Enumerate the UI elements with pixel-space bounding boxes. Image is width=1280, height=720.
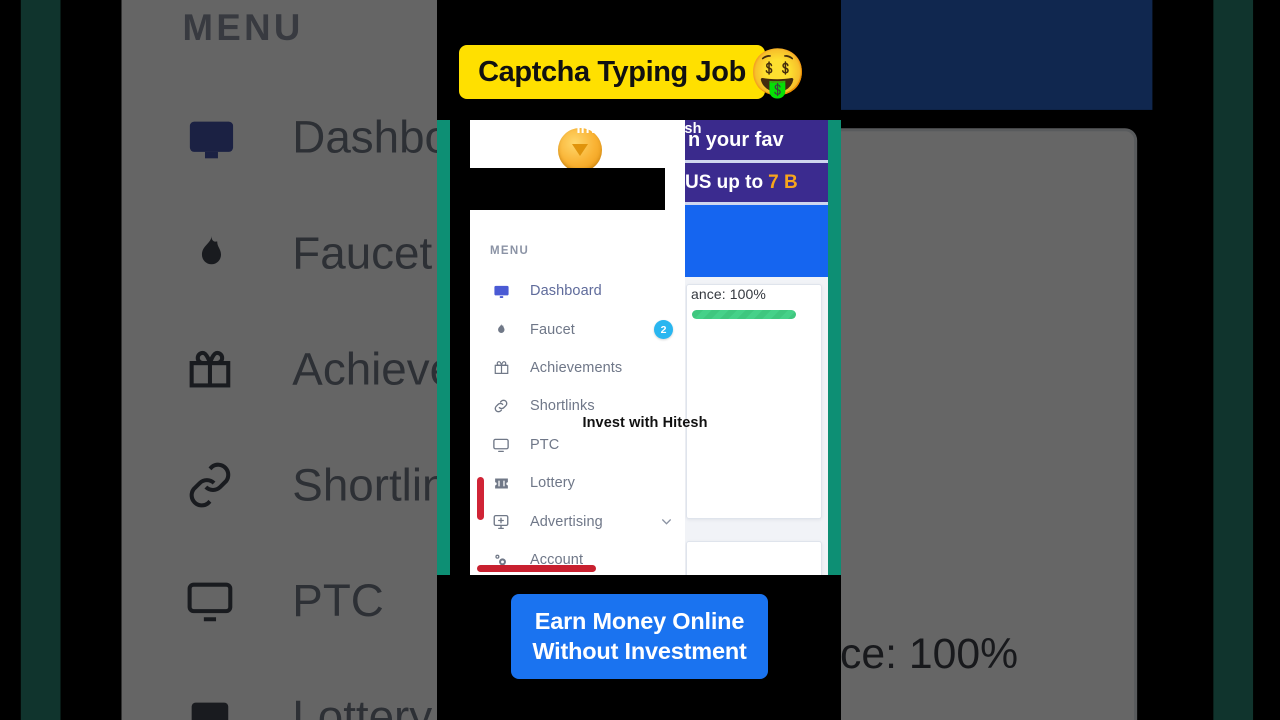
cta-line-2: Without Investment [532,638,747,664]
monitor-icon [491,435,511,455]
title-text: Captcha Typing Job [478,55,746,88]
ad-banner-blue[interactable] [685,205,828,277]
ad-banner-line2[interactable]: US up to 7 B [685,163,828,202]
chevron-down-icon[interactable] [660,515,673,528]
dashboard-card-secondary [686,541,822,575]
flame-icon [491,320,511,340]
sidebar-item-achievements[interactable]: Achievements [470,349,685,387]
sidebar-item-label: PTC [530,436,560,453]
chance-label: ance: 100% [691,286,766,302]
sidebar-item-label: Advertising [530,513,603,530]
video-frame: MENU Dashboard Faucet Achievements Short… [0,0,1280,720]
sidebar-item-label: Dashboard [530,283,602,300]
dashboard-card-primary [686,284,822,519]
chance-progress-bar [692,310,796,319]
sidebar-item-dashboard[interactable]: Dashboard [470,272,685,310]
username-redaction-box [450,168,665,210]
foreground-layer: n your fav US up to 7 B ance: 100% Stand… [0,0,1280,720]
gift-icon [491,358,511,378]
sidebar-item-label: Lottery [530,475,576,492]
dashboard-icon [491,281,511,301]
ticket-icon [491,473,511,493]
link-icon [491,396,511,416]
money-mouth-face-icon: 🤑 [749,46,807,98]
sidebar-item-advertising[interactable]: Advertising [470,502,685,540]
faucet-badge: 2 [654,320,673,340]
cta-line-1: Earn Money Online [534,608,745,635]
title-pill: Captcha Typing Job [459,45,765,99]
sidebar-item-ptc[interactable]: PTC [470,426,685,464]
sidebar-item-label: Faucet [530,321,575,338]
main-content: n your fav US up to 7 B ance: 100% [685,120,828,575]
ad-banner-line2-highlight: 7 B [768,171,798,193]
sidebar-item-label: Shortlinks [530,398,595,415]
video-title: Captcha Typing Job 🤑 [455,42,825,104]
ad-banner-line2-text: US up to [685,171,764,193]
frame-accent-right [828,120,841,575]
ad-monitor-icon [491,512,511,532]
annotation-mark-underline [477,565,596,572]
sidebar-item-faucet[interactable]: Faucet 2 [470,310,685,348]
watermark-top: Invest with Hitesh [576,121,702,137]
cta-button[interactable]: Earn Money Online Without Investment [511,594,768,679]
menu-section-label: MENU [490,245,530,257]
frame-accent-left [437,120,450,575]
watermark-middle: Invest with Hitesh [582,415,708,431]
sidebar-item-lottery[interactable]: Lottery [470,464,685,502]
sidebar-item-label: Achievements [530,359,623,376]
annotation-mark-vertical [477,477,484,520]
